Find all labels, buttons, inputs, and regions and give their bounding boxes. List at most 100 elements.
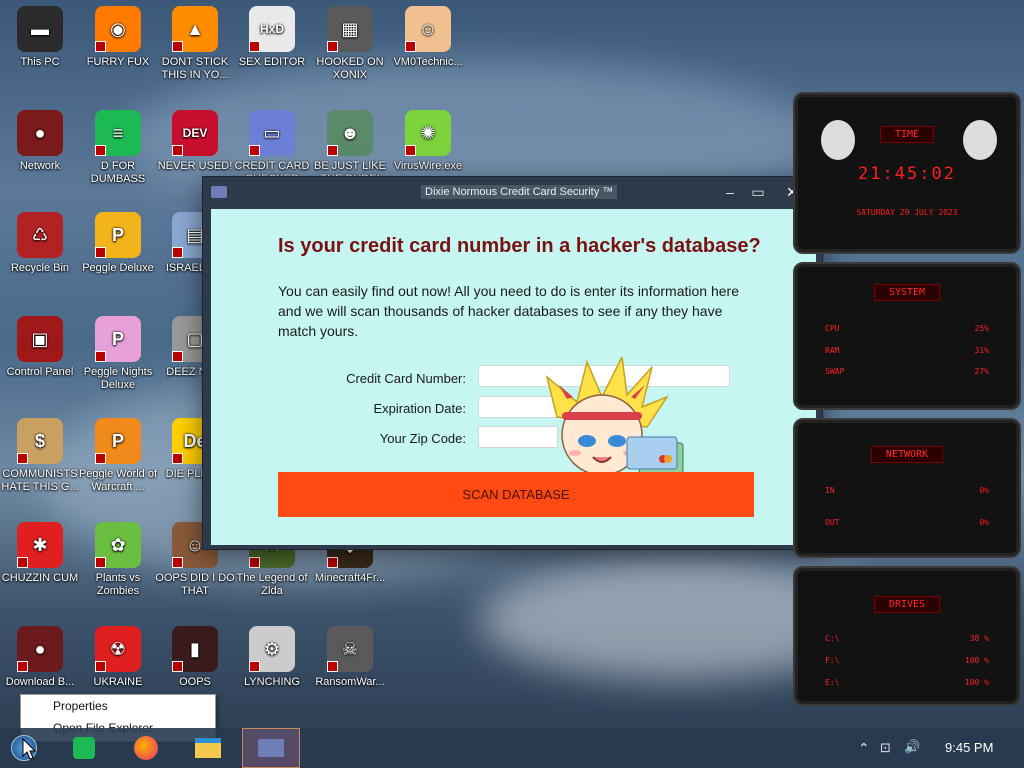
expiration-label: Expiration Date: [373, 401, 467, 416]
desktop-icon[interactable]: ⚙ LYNCHING [232, 626, 312, 689]
desktop-icon[interactable]: ✺ VirusWire.exe [388, 110, 468, 173]
scan-database-button[interactable]: SCAN DATABASE [278, 472, 754, 517]
desktop-icon-label: Peggle World of Warcraft ... [78, 468, 158, 493]
desktop-icon[interactable]: ▲ DONT STICK THIS IN YO... [155, 6, 235, 82]
shortcut-arrow-icon [172, 453, 183, 464]
credit-card-icon [258, 739, 284, 757]
shortcut-arrow-icon [249, 145, 260, 156]
desktop-icon[interactable]: ▬ This PC [0, 6, 80, 69]
shortcut-icon: ● [17, 110, 63, 156]
taskbar-credit-card-app[interactable] [242, 728, 300, 768]
shortcut-arrow-icon [17, 557, 28, 568]
desktop-icon[interactable]: P Peggle Deluxe [78, 212, 158, 275]
desktop-icon[interactable]: ☻BE JUST LIKE THE DUDE! [310, 110, 390, 186]
intro-text: You can easily find out now! All you nee… [278, 283, 739, 339]
widget-clock: 21:45:02 [858, 164, 956, 184]
shortcut-icon: ☺ [405, 6, 451, 52]
shortcut-icon: ☻ [327, 110, 373, 156]
desktop-icon[interactable]: ✿ Plants vs Zombies [78, 522, 158, 598]
desktop-icon[interactable]: ▦ HOOKED ON XONIX [310, 6, 390, 82]
shortcut-arrow-icon [249, 41, 260, 52]
desktop-icon[interactable]: ✱ CHUZZIN CUM [0, 522, 80, 585]
drive-f-row: F:\ 100 % [825, 656, 989, 665]
desktop-icon[interactable]: ● Download B... [0, 626, 80, 689]
desktop-icon[interactable]: ▭CREDIT CARD CHECKER [232, 110, 312, 186]
time-widget: TIME 21:45:02 SATURDAY 29 JULY 2023 [793, 92, 1021, 254]
desktop-icon-label: Download B... [5, 676, 75, 688]
desktop-icon-label: DONT STICK THIS IN YO... [161, 56, 229, 81]
dialog-titlebar[interactable]: Dixie Normous Credit Card Security ™ – ▭… [203, 177, 822, 207]
shortcut-arrow-icon [172, 145, 183, 156]
shortcut-icon: ☠ [327, 626, 373, 672]
drive-c-row: C:\ 38 % [825, 634, 989, 643]
desktop-icon[interactable]: ● Network [0, 110, 80, 173]
desktop-icon-label: This PC [20, 56, 60, 68]
taskbar-firefox[interactable] [122, 728, 170, 768]
network-tray-icon[interactable]: ⊡ [880, 740, 891, 756]
desktop-icon[interactable]: ▣ Control Panel [0, 316, 80, 379]
taskbar-spotify[interactable] [60, 728, 108, 768]
desktop-icon[interactable]: P Peggle World of Warcraft ... [78, 418, 158, 494]
dialog-title: Dixie Normous Credit Card Security ™ [421, 185, 618, 199]
credit-card-dialog: Dixie Normous Credit Card Security ™ – ▭… [202, 176, 823, 550]
shortcut-arrow-icon [172, 557, 183, 568]
shortcut-arrow-icon [172, 351, 183, 362]
shortcut-icon: P [95, 212, 141, 258]
shortcut-arrow-icon [95, 557, 106, 568]
shortcut-icon: ▭ [249, 110, 295, 156]
desktop-icon-label: HOOKED ON XONIX [316, 56, 384, 81]
desktop-icon-label: D FOR DUMBASS [90, 160, 146, 185]
shortcut-arrow-icon [327, 557, 338, 568]
desktop-icon[interactable]: ☠ RansomWar... [310, 626, 390, 689]
shortcut-icon: P [95, 418, 141, 464]
volume-icon[interactable]: 🔊 [904, 739, 920, 755]
shortcut-icon: ● [17, 626, 63, 672]
shortcut-arrow-icon [17, 661, 28, 672]
desktop-icon[interactable]: ≡ D FOR DUMBASS [78, 110, 158, 186]
shortcut-arrow-icon [17, 453, 28, 464]
desktop-icon[interactable]: DEV NEVER USED! [155, 110, 235, 173]
desktop-icon-label: OOPS [179, 676, 211, 688]
shortcut-icon: ☢ [95, 626, 141, 672]
card-number-label: Credit Card Number: [346, 371, 466, 386]
desktop-icon-label: UKRAINE [93, 676, 143, 688]
desktop-icon-label: LYNCHING [243, 676, 301, 688]
shortcut-arrow-icon [172, 247, 183, 258]
menu-item-properties[interactable]: Properties [21, 695, 215, 717]
desktop-icon[interactable]: ☢ UKRAINE [78, 626, 158, 689]
tray-expand-icon[interactable]: ⌃ [858, 740, 870, 757]
shortcut-arrow-icon [95, 453, 106, 464]
taskbar: ⌃ ⊡ 🔊 9:45 PM [0, 728, 1024, 768]
cpu-row: CPU 25% [825, 324, 989, 333]
shortcut-arrow-icon [172, 661, 183, 672]
desktop-icon-label: CHUZZIN CUM [1, 572, 79, 584]
drive-e-row: E:\ 100 % [825, 678, 989, 687]
desktop-icon-label: VirusWire.exe [393, 160, 463, 172]
alien-head-icon [963, 120, 997, 160]
taskbar-clock[interactable]: 9:45 PM [945, 740, 993, 755]
desktop-icon[interactable]: P Peggle Nights Deluxe [78, 316, 158, 392]
time-title: TIME [879, 126, 935, 143]
shortcut-icon: ✺ [405, 110, 451, 156]
shortcut-arrow-icon [95, 41, 106, 52]
drives-title: DRIVES [873, 596, 941, 613]
shortcut-icon: ⚙ [249, 626, 295, 672]
minimize-button[interactable]: – [718, 181, 742, 203]
widget-date: SATURDAY 29 JULY 2023 [856, 208, 958, 217]
shortcut-arrow-icon [95, 145, 106, 156]
shortcut-arrow-icon [405, 41, 416, 52]
shortcut-icon: HxD [249, 6, 295, 52]
shortcut-icon: ♺ [17, 212, 63, 258]
desktop-icon[interactable]: ♺ Recycle Bin [0, 212, 80, 275]
desktop-icon[interactable]: HxD SEX EDITOR [232, 6, 312, 69]
desktop-icon-label: Network [19, 160, 61, 172]
desktop-icon[interactable]: ☺ VM0Technic... [388, 6, 468, 69]
desktop-icon[interactable]: $ COMMUNISTS HATE THIS G... [0, 418, 80, 494]
desktop-icon[interactable]: ▮ OOPS [155, 626, 235, 689]
taskbar-file-explorer[interactable] [184, 728, 232, 768]
desktop-icon[interactable]: ◉ FURRY FUX [78, 6, 158, 69]
app-icon-art: ▬ [17, 6, 63, 52]
desktop-icon-label: OOPS DID I DO THAT [155, 572, 235, 597]
maximize-button[interactable]: ▭ [746, 181, 770, 203]
desktop-icon-label: VM0Technic... [393, 56, 463, 68]
